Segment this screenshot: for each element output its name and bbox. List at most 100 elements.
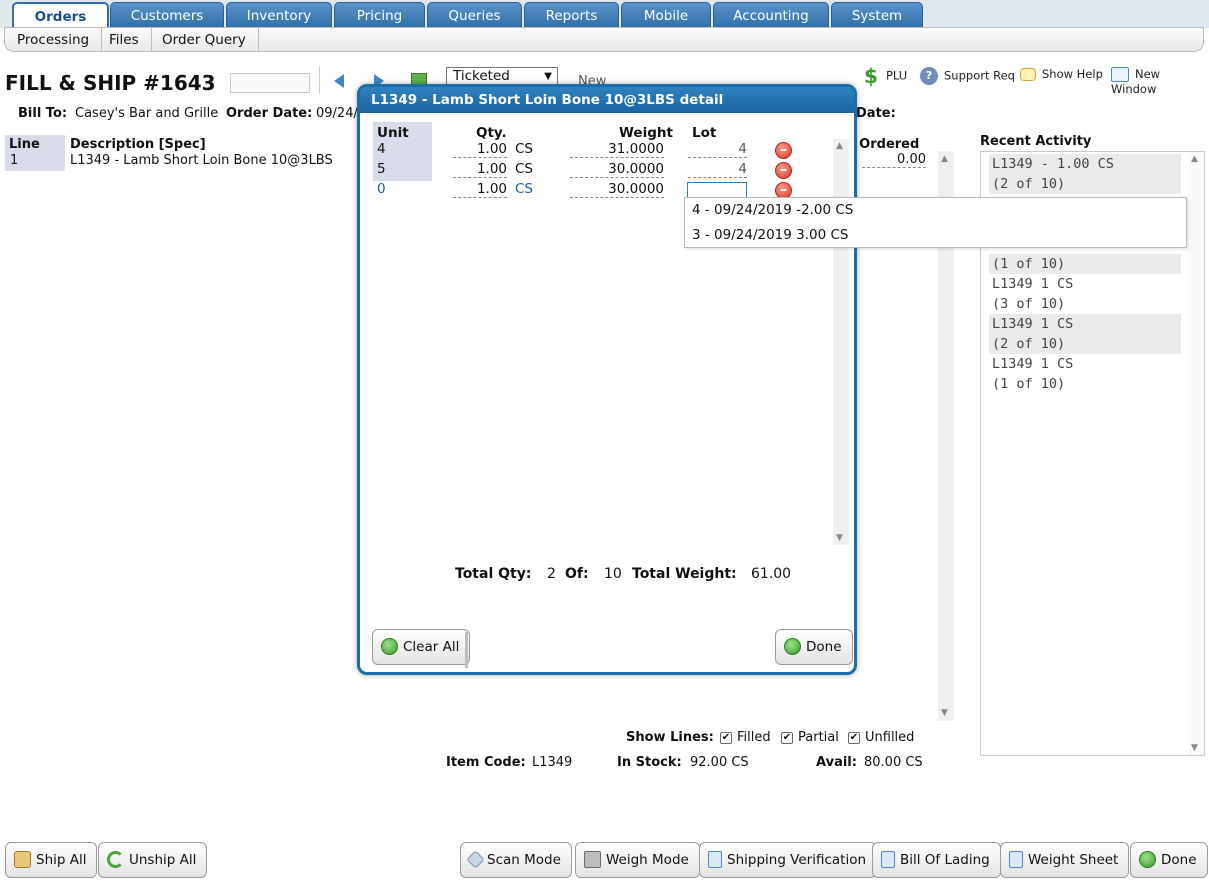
in-stock-value: 92.00 CS — [690, 755, 749, 770]
new-window-link[interactable]: New Window — [1111, 67, 1209, 96]
of-value: 10 — [604, 566, 622, 582]
prev-arrow-icon[interactable] — [334, 74, 344, 88]
ship-all-button[interactable]: Ship All — [5, 842, 98, 878]
activity-item[interactable]: L1349 1 CS (2 of 10) — [989, 314, 1181, 354]
ordered-value: 0.00 — [862, 152, 926, 168]
tab-system[interactable]: System — [831, 2, 923, 28]
lot-cell[interactable]: 4 — [688, 141, 747, 158]
weight-cell[interactable]: 30.0000 — [570, 161, 664, 178]
help-label: Show Help — [1042, 67, 1103, 81]
unship-all-button[interactable]: Unship All — [98, 842, 208, 878]
tab-accounting[interactable]: Accounting — [713, 2, 829, 28]
activity-item[interactable]: L1349 1 CS (3 of 10) — [989, 274, 1181, 314]
item-code-value: L1349 — [532, 755, 573, 770]
lot-option[interactable]: 4 - 09/24/2019 -2.00 CS — [685, 198, 1186, 223]
check-circle-icon — [784, 637, 801, 655]
ship-all-label: Ship All — [36, 852, 87, 868]
page-title: FILL & SHIP #1643 — [5, 71, 216, 95]
bill-of-lading-button[interactable]: Bill Of Lading — [872, 842, 1001, 878]
tab-customers[interactable]: Customers — [110, 2, 224, 28]
dialog-done-button[interactable]: Done — [775, 629, 853, 665]
weight-sheet-button[interactable]: Weight Sheet — [1000, 842, 1130, 878]
qty-cell[interactable]: 1.00 — [453, 181, 507, 198]
ship-date-label: Date: — [856, 106, 896, 121]
unit-header: Unit — [377, 125, 409, 141]
support-link[interactable]: ? Support Req — [920, 67, 1015, 85]
order-date-label: Order Date: — [226, 106, 313, 121]
plu-link[interactable]: $ PLU — [862, 64, 907, 88]
unship-all-label: Unship All — [129, 852, 197, 868]
unit-cell: 4 — [377, 141, 386, 157]
tag-icon — [466, 849, 485, 869]
scroll-up-icon[interactable]: ▲ — [836, 141, 843, 151]
weigh-mode-label: Weigh Mode — [606, 852, 689, 868]
scan-mode-label: Scan Mode — [487, 852, 561, 868]
tab-pricing[interactable]: Pricing — [334, 2, 425, 28]
tab-orders[interactable]: Orders — [12, 2, 109, 29]
avail-value: 80.00 CS — [864, 755, 923, 770]
status-select-value: Ticketed — [453, 68, 510, 84]
remove-row-icon[interactable]: – — [775, 162, 792, 179]
activity-item[interactable]: L1349 - 1.00 CS (2 of 10) — [989, 154, 1181, 194]
sub-nav: Processing Files Order Query — [4, 27, 1204, 52]
subtab-order-query[interactable]: Order Query — [150, 28, 259, 52]
shipping-verification-button[interactable]: Shipping Verification — [699, 842, 878, 878]
bill-to-label: Bill To: — [18, 106, 68, 121]
tab-reports[interactable]: Reports — [524, 2, 619, 28]
line-header: Line — [9, 137, 40, 152]
qty-cell[interactable]: 1.00 — [453, 141, 507, 158]
in-stock-label: In Stock: — [617, 755, 682, 770]
filled-checkbox[interactable]: ✔ Filled — [720, 730, 771, 745]
table-row: 4 1.00 CS 31.0000 4 – — [373, 141, 833, 161]
description-header: Description [Spec] — [70, 137, 206, 152]
scan-mode-button[interactable]: Scan Mode — [460, 842, 572, 878]
check-circle-icon — [1139, 850, 1156, 868]
remove-row-icon[interactable]: – — [775, 142, 792, 159]
scroll-down-icon[interactable]: ▼ — [1191, 743, 1198, 753]
order-date-value: 09/24/ — [316, 106, 358, 121]
total-weight-value: 61.00 — [751, 566, 792, 582]
done-button[interactable]: Done — [1130, 842, 1208, 878]
activity-item-title: L1349 1 CS — [992, 356, 1074, 372]
show-lines-label: Show Lines: — [626, 730, 714, 745]
subtab-files[interactable]: Files — [97, 28, 152, 52]
weight-cell[interactable]: 31.0000 — [570, 141, 664, 158]
scale-icon — [584, 850, 601, 868]
activity-item-title: L1349 1 CS — [992, 276, 1074, 292]
dialog-title: L1349 - Lamb Short Loin Bone 10@3LBS det… — [360, 87, 854, 113]
unfilled-checkbox[interactable]: ✔ Unfilled — [848, 730, 914, 745]
clear-all-button[interactable]: Clear All — [372, 629, 471, 665]
unit-cell: 5 — [377, 161, 386, 177]
partial-label: Partial — [798, 730, 839, 745]
speech-bubble-icon — [1020, 68, 1036, 81]
line-description[interactable]: L1349 - Lamb Short Loin Bone 10@3LBS — [70, 153, 333, 168]
activity-item[interactable]: L1349 1 CS (1 of 10) — [989, 354, 1181, 394]
lot-option[interactable]: 3 - 09/24/2019 3.00 CS — [685, 223, 1186, 248]
scroll-down-icon[interactable]: ▼ — [836, 533, 843, 543]
lot-dropdown: 4 - 09/24/2019 -2.00 CS 3 - 09/24/2019 3… — [684, 197, 1187, 248]
dialog-done-label: Done — [806, 639, 842, 655]
weight-cell[interactable]: 30.0000 — [570, 181, 664, 198]
tab-mobile[interactable]: Mobile — [621, 2, 711, 28]
tab-queries[interactable]: Queries — [427, 2, 522, 28]
order-search-input[interactable] — [230, 73, 310, 93]
qty-cell[interactable]: 1.00 — [453, 161, 507, 178]
tab-inventory[interactable]: Inventory — [226, 2, 332, 28]
scroll-up-icon[interactable]: ▲ — [1191, 154, 1198, 164]
button-divider — [465, 632, 468, 668]
bill-to-value: Casey's Bar and Grille — [75, 106, 219, 121]
dollar-icon: $ — [864, 64, 878, 88]
unfilled-label: Unfilled — [865, 730, 915, 745]
scroll-down-icon[interactable]: ▼ — [941, 708, 948, 718]
main-nav: Orders Customers Inventory Pricing Queri… — [0, 0, 1209, 29]
subtab-processing[interactable]: Processing — [5, 28, 103, 52]
partial-checkbox[interactable]: ✔ Partial — [781, 730, 839, 745]
activity-scrollbar[interactable]: ▲ ▼ — [1188, 152, 1204, 755]
bill-of-lading-label: Bill Of Lading — [900, 852, 990, 868]
chevron-down-icon: ▼ — [544, 71, 552, 82]
weigh-mode-button[interactable]: Weigh Mode — [575, 842, 700, 878]
activity-item[interactable]: (1 of 10) — [989, 254, 1181, 274]
scroll-up-icon[interactable]: ▲ — [941, 154, 948, 164]
lot-cell[interactable]: 4 — [688, 161, 747, 178]
help-link[interactable]: Show Help — [1020, 67, 1103, 81]
